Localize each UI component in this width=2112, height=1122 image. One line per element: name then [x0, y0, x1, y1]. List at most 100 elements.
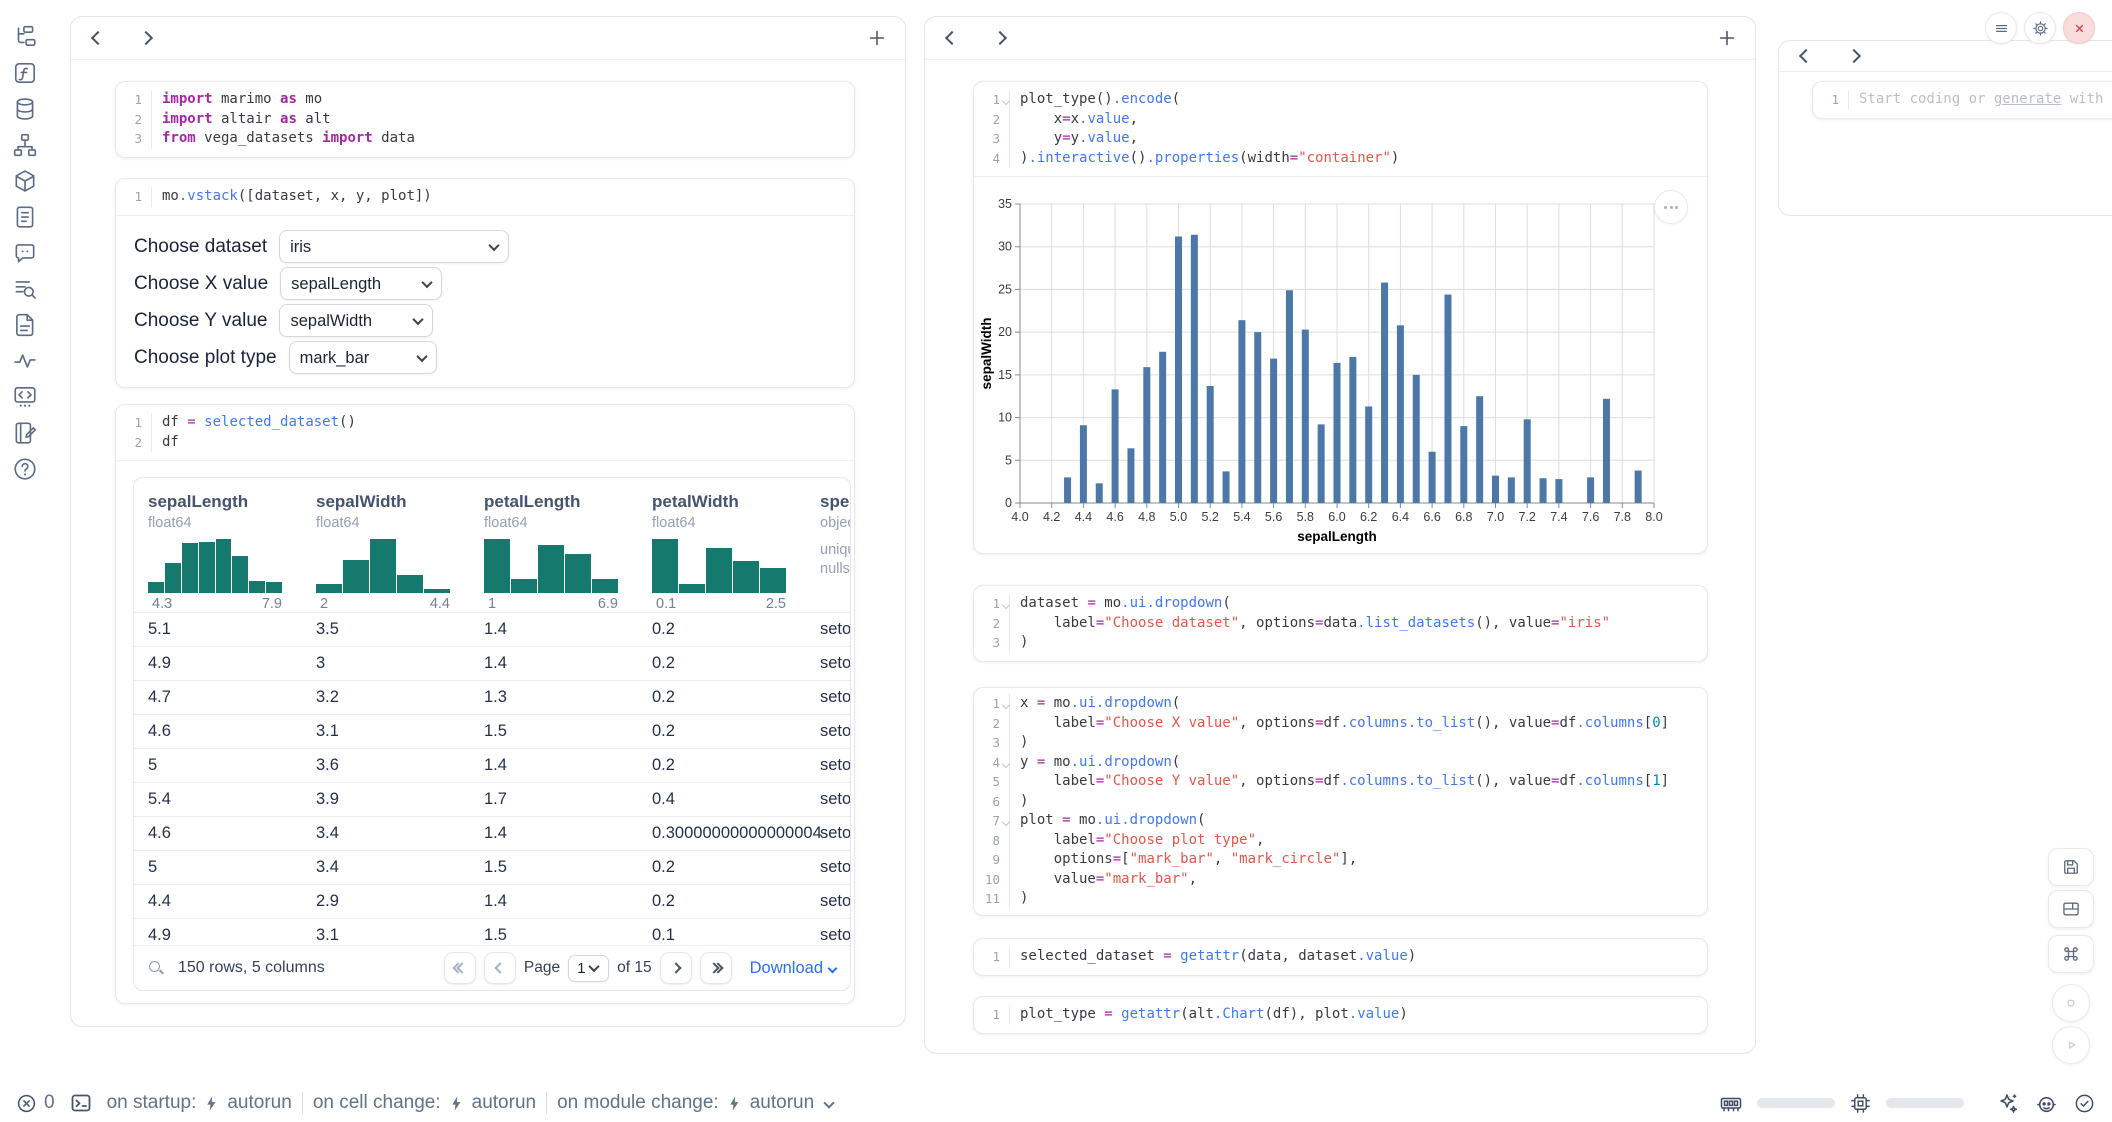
- column-name[interactable]: species: [820, 492, 851, 512]
- documentation-icon[interactable]: [12, 312, 38, 338]
- code-token: plot_type: [1020, 91, 1096, 107]
- code-editor[interactable]: 1dataset = mo.ui.dropdown(2 label="Choos…: [974, 586, 1707, 661]
- x-tick-label: 5.2: [1202, 510, 1219, 524]
- code-editor[interactable]: 1plot_type = getattr(alt.Chart(df), plot…: [974, 997, 1707, 1033]
- altair-bar-chart[interactable]: 4.04.24.44.64.85.05.25.45.65.86.06.26.46…: [980, 183, 1680, 554]
- chart-menu-button[interactable]: [1654, 190, 1688, 224]
- chevron-right-icon[interactable]: [989, 27, 1011, 49]
- code-editor[interactable]: 1Start coding or generate with AI: [1813, 82, 2112, 118]
- first-page-button[interactable]: [444, 952, 476, 984]
- help-icon[interactable]: [12, 456, 38, 482]
- table-cell: setosa: [806, 824, 851, 843]
- menu-button[interactable]: [1985, 12, 2017, 44]
- column-name[interactable]: sepalLength: [148, 492, 302, 512]
- code-editor[interactable]: 1df = selected_dataset()2df: [116, 405, 854, 460]
- terminal-button[interactable]: [69, 1091, 93, 1115]
- snippets-icon[interactable]: [12, 384, 38, 410]
- search-icon[interactable]: [148, 960, 164, 976]
- code-token: (): [1130, 150, 1147, 166]
- column-histogram[interactable]: [652, 539, 786, 593]
- next-page-button[interactable]: [660, 952, 692, 984]
- dependency-graph-icon[interactable]: [12, 132, 38, 158]
- cell-vstack[interactable]: 1mo.vstack([dataset, x, y, plot]) Choose…: [115, 178, 855, 388]
- column-histogram[interactable]: [148, 539, 282, 593]
- dropdown-select[interactable]: sepalWidth: [279, 304, 433, 337]
- code-editor[interactable]: 1plot_type().encode(2 x=x.value,3 y=y.va…: [974, 82, 1707, 176]
- min-value: 1: [488, 596, 496, 612]
- column-histogram[interactable]: [316, 539, 450, 593]
- bar: [1080, 425, 1087, 503]
- code-editor[interactable]: 1selected_dataset = getattr(data, datase…: [974, 939, 1707, 975]
- cell-imports[interactable]: 1import marimo as mo2import altair as al…: [115, 81, 855, 158]
- code-token: 0: [1652, 715, 1660, 731]
- add-cell-icon[interactable]: [1715, 26, 1739, 50]
- code-editor[interactable]: 1mo.vstack([dataset, x, y, plot]): [116, 179, 854, 215]
- cell-plot-type[interactable]: 1plot_type = getattr(alt.Chart(df), plot…: [973, 996, 1708, 1034]
- ai-chat-icon[interactable]: [12, 240, 38, 266]
- cell-empty-scratch[interactable]: 1Start coding or generate with AI: [1812, 81, 2112, 119]
- autorun-groups: on startup:autorun on cell change:autorun…: [107, 1092, 834, 1114]
- page-select[interactable]: 1: [568, 955, 609, 982]
- chevron-left-icon[interactable]: [941, 27, 963, 49]
- settings-button[interactable]: [2024, 12, 2056, 44]
- code-editor[interactable]: 1x = mo.ui.dropdown(2 label="Choose X va…: [974, 688, 1707, 915]
- functions-icon[interactable]: [12, 60, 38, 86]
- bar: [1381, 283, 1388, 503]
- cell-selected-dataset[interactable]: 1selected_dataset = getattr(data, datase…: [973, 938, 1708, 976]
- fold-chevron-icon[interactable]: [1002, 759, 1010, 767]
- y-tick-label: 10: [998, 411, 1012, 425]
- scratchpad-icon[interactable]: [12, 420, 38, 446]
- min-value: 2: [320, 596, 328, 612]
- tracing-icon[interactable]: [12, 348, 38, 374]
- chevron-right-icon[interactable]: [1843, 45, 1865, 67]
- fold-chevron-icon[interactable]: [1002, 818, 1010, 826]
- code-token: ]: [1661, 715, 1669, 731]
- autorun-config[interactable]: on module change:autorun: [557, 1092, 833, 1114]
- run-button[interactable]: [2052, 1026, 2090, 1064]
- code-text: x = mo.ui.dropdown(: [1010, 694, 1180, 714]
- chevron-left-icon[interactable]: [1795, 45, 1817, 67]
- dropdown-select[interactable]: sepalLength: [280, 267, 442, 300]
- layout-button[interactable]: [2048, 890, 2094, 928]
- connected-check-icon[interactable]: [2073, 1092, 2096, 1115]
- download-button[interactable]: Download: [750, 959, 836, 978]
- assistant-robot-icon[interactable]: [2034, 1091, 2059, 1116]
- command-palette-button[interactable]: [2048, 935, 2094, 973]
- shutdown-button[interactable]: [2063, 12, 2095, 44]
- prev-page-button[interactable]: [484, 952, 516, 984]
- chevron-left-icon[interactable]: [87, 27, 109, 49]
- last-page-button[interactable]: [700, 952, 732, 984]
- cell-chart[interactable]: 1plot_type().encode(2 x=x.value,3 y=y.va…: [973, 81, 1708, 554]
- file-tree-icon[interactable]: [12, 24, 38, 50]
- save-button[interactable]: [2048, 848, 2094, 886]
- errors-indicator[interactable]: 0: [16, 1092, 55, 1114]
- column-name[interactable]: petalLength: [484, 492, 638, 512]
- dropdown-select[interactable]: iris: [279, 230, 509, 263]
- fold-chevron-icon[interactable]: [1002, 701, 1010, 709]
- stop-button[interactable]: [2052, 984, 2090, 1022]
- autorun-config[interactable]: on cell change:autorun: [313, 1092, 536, 1114]
- cell-xy-plot-dropdowns[interactable]: 1x = mo.ui.dropdown(2 label="Choose X va…: [973, 687, 1708, 916]
- cell-dataframe[interactable]: 1df = selected_dataset()2df sepalLengthf…: [115, 404, 855, 1004]
- code-text: label="Choose plot type",: [1010, 831, 1264, 851]
- column-name[interactable]: petalWidth: [652, 492, 806, 512]
- packages-icon[interactable]: [12, 168, 38, 194]
- code-editor[interactable]: 1import marimo as mo2import altair as al…: [116, 82, 854, 157]
- column-histogram[interactable]: [484, 539, 618, 593]
- table-footer: 150 rows, 5 columns Page 1 of 15 Downloa…: [134, 945, 850, 990]
- changelog-icon[interactable]: [12, 204, 38, 230]
- add-cell-icon[interactable]: [865, 26, 889, 50]
- datasources-icon[interactable]: [12, 96, 38, 122]
- ai-sparkles-icon[interactable]: [1996, 1091, 2020, 1115]
- logs-icon[interactable]: [12, 276, 38, 302]
- cell-dataset-dropdown[interactable]: 1dataset = mo.ui.dropdown(2 label="Choos…: [973, 585, 1708, 662]
- chevron-right-icon[interactable]: [135, 27, 157, 49]
- fold-chevron-icon[interactable]: [1002, 97, 1010, 105]
- bar: [1064, 477, 1071, 503]
- autorun-config[interactable]: on startup:autorun: [107, 1092, 292, 1114]
- x-tick-label: 5.0: [1170, 510, 1187, 524]
- dropdown-select[interactable]: mark_bar: [289, 341, 437, 374]
- fold-chevron-icon[interactable]: [1002, 601, 1010, 609]
- column-name[interactable]: sepalWidth: [316, 492, 470, 512]
- code-token: .ui: [1096, 812, 1121, 828]
